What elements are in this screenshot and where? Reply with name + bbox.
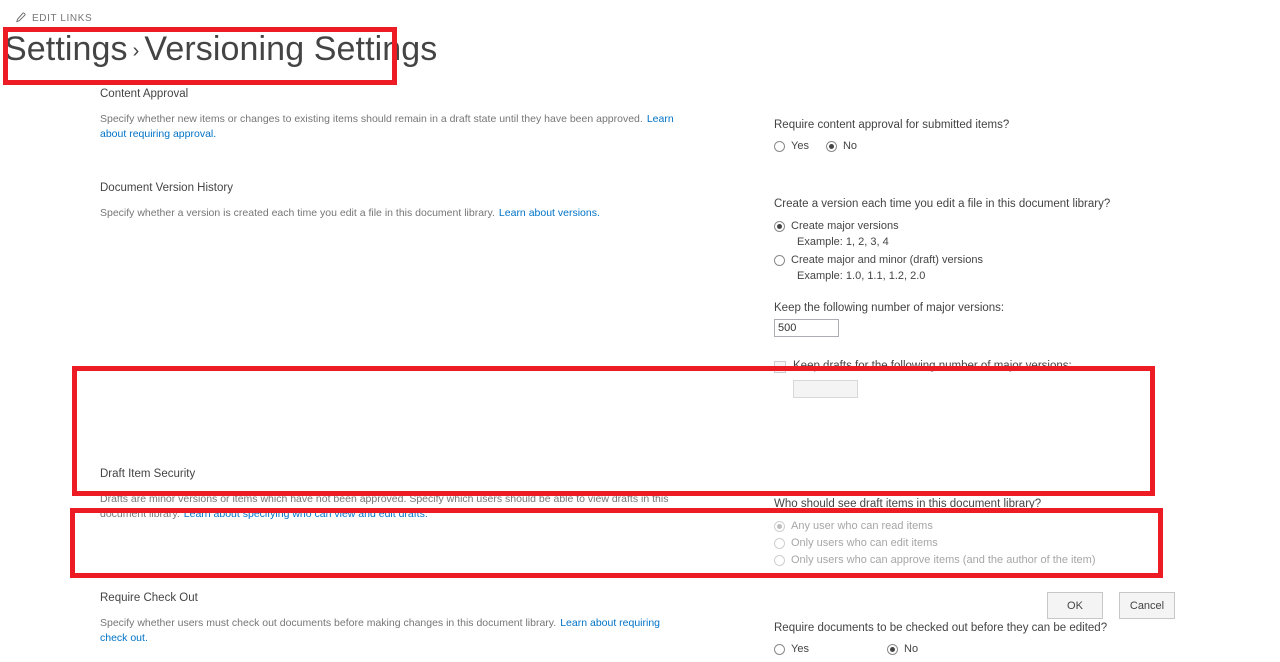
draft-security-read-option: Any user who can read items — [774, 518, 1190, 534]
keep-drafts-label: Keep drafts for the following number of … — [793, 360, 1072, 372]
section-draft-item-security: Draft Item Security Drafts are minor ver… — [0, 458, 1280, 581]
require-checkout-description: Specify whether users must check out doc… — [100, 616, 690, 646]
require-checkout-no-option[interactable]: No — [887, 642, 918, 657]
ok-button[interactable]: OK — [1047, 592, 1103, 619]
create-major-minor-versions-label: Create major and minor (draft) versions — [791, 254, 983, 266]
form-button-bar: OK Cancel — [0, 592, 1175, 619]
keep-major-versions-label: Keep the following number of major versi… — [774, 302, 1005, 314]
draft-security-edit-label: Only users who can edit items — [791, 537, 938, 549]
version-history-description-text: Specify whether a version is created eac… — [100, 207, 495, 219]
require-checkout-radio-group: Yes No — [774, 642, 1190, 657]
require-checkout-yes-option[interactable]: Yes — [774, 642, 834, 657]
learn-about-draft-visibility-link[interactable]: Learn about specifying who can view and … — [184, 508, 428, 520]
create-major-minor-versions-option[interactable]: Create major and minor (draft) versions — [774, 252, 1190, 268]
content-approval-yes-option[interactable]: Yes — [774, 139, 809, 154]
pencil-icon — [16, 12, 26, 23]
draft-security-heading: Draft Item Security — [100, 468, 196, 480]
draft-security-description: Drafts are minor versions or items which… — [100, 492, 690, 522]
page-title: Settings › Versioning Settings — [4, 30, 437, 69]
keep-drafts-checkbox[interactable] — [774, 360, 786, 373]
breadcrumb-settings[interactable]: Settings — [4, 30, 128, 68]
draft-security-description-column: Draft Item Security Drafts are minor ver… — [0, 468, 690, 522]
content-approval-heading: Content Approval — [100, 88, 189, 100]
page-title-text: Versioning Settings — [144, 30, 438, 68]
cancel-button[interactable]: Cancel — [1119, 592, 1175, 619]
version-history-options-column: Create a version each time you edit a fi… — [690, 182, 1190, 398]
keep-major-versions-input[interactable] — [774, 319, 839, 337]
content-approval-description-column: Content Approval Specify whether new ite… — [0, 88, 690, 142]
major-versions-example: Example: 1, 2, 3, 4 — [797, 236, 889, 248]
require-checkout-question: Require documents to be checked out befo… — [774, 622, 1108, 634]
version-history-heading: Document Version History — [100, 182, 233, 194]
breadcrumb-separator-icon: › — [132, 39, 140, 62]
create-major-versions-option[interactable]: Create major versions — [774, 218, 1190, 234]
section-content-approval: Content Approval Specify whether new ite… — [0, 88, 1280, 160]
keep-drafts-row[interactable]: Keep drafts for the following number of … — [774, 359, 1190, 374]
version-history-description: Specify whether a version is created eac… — [100, 206, 690, 221]
draft-security-read-radio — [774, 520, 785, 532]
learn-about-versions-link[interactable]: Learn about versions. — [499, 207, 600, 219]
version-history-description-column: Document Version History Specify whether… — [0, 182, 690, 221]
edit-links[interactable]: EDIT LINKS — [14, 11, 92, 25]
versioning-settings-form: Content Approval Specify whether new ite… — [0, 88, 1280, 662]
section-document-version-history: Document Version History Specify whether… — [0, 160, 1280, 458]
draft-security-approve-radio — [774, 554, 785, 566]
content-approval-description: Specify whether new items or changes to … — [100, 112, 690, 142]
content-approval-no-option[interactable]: No — [825, 139, 858, 154]
content-approval-radio-group: Yes No — [774, 139, 1190, 154]
edit-links-label: EDIT LINKS — [32, 12, 93, 24]
draft-security-edit-radio — [774, 537, 785, 549]
version-history-question: Create a version each time you edit a fi… — [774, 198, 1111, 210]
major-minor-versions-example: Example: 1.0, 1.1, 1.2, 2.0 — [797, 270, 926, 282]
content-approval-no-label: No — [842, 140, 858, 152]
create-major-versions-label: Create major versions — [791, 220, 899, 232]
draft-security-edit-option: Only users who can edit items — [774, 535, 1190, 551]
keep-drafts-input — [793, 380, 858, 398]
keep-drafts-input-wrapper — [793, 379, 1190, 398]
content-approval-options-column: Require content approval for submitted i… — [690, 88, 1190, 157]
require-checkout-yes-label: Yes — [791, 643, 809, 655]
create-major-minor-versions-radio[interactable] — [774, 254, 785, 266]
content-approval-question: Require content approval for submitted i… — [774, 119, 1010, 131]
require-checkout-yes-radio[interactable] — [774, 644, 785, 655]
content-approval-yes-label: Yes — [791, 140, 809, 152]
draft-security-approve-option: Only users who can approve items (and th… — [774, 552, 1190, 568]
draft-security-options-column: Who should see draft items in this docum… — [690, 468, 1190, 569]
require-checkout-no-radio[interactable] — [887, 644, 898, 655]
content-approval-yes-radio[interactable] — [774, 141, 785, 152]
draft-security-read-label: Any user who can read items — [791, 520, 933, 532]
draft-security-approve-label: Only users who can approve items (and th… — [791, 554, 1096, 566]
create-major-versions-radio[interactable] — [774, 220, 785, 232]
draft-security-question: Who should see draft items in this docum… — [774, 498, 1042, 510]
require-checkout-no-label: No — [904, 643, 919, 655]
content-approval-no-radio[interactable] — [825, 141, 837, 152]
content-approval-description-text: Specify whether new items or changes to … — [100, 113, 643, 125]
